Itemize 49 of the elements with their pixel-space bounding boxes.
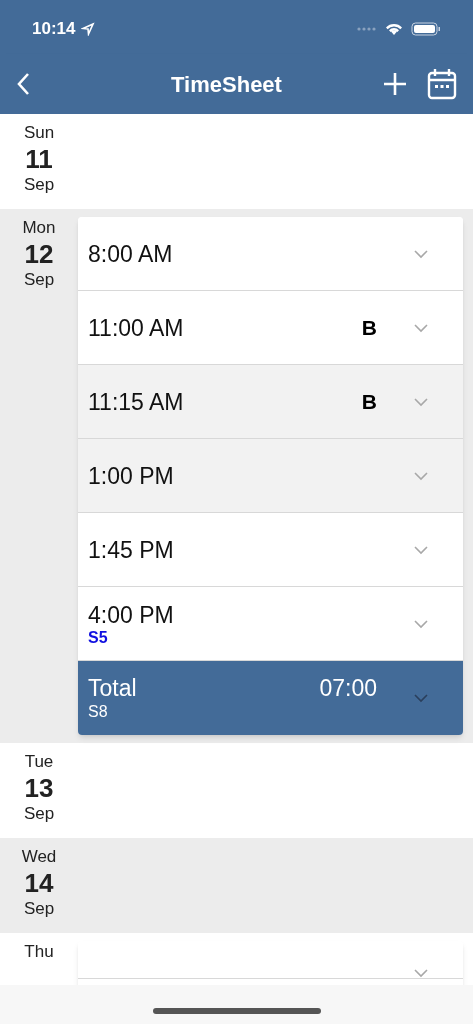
break-label: B bbox=[361, 388, 377, 415]
home-indicator[interactable] bbox=[152, 1008, 321, 1014]
month-label: Sep bbox=[23, 174, 55, 196]
break-label: B bbox=[361, 314, 377, 341]
month-label: Sep bbox=[23, 803, 55, 825]
time-entry[interactable]: 8:00 AM bbox=[78, 217, 463, 291]
day-number: 13 bbox=[24, 773, 54, 803]
entry-time: 11:15 AM bbox=[88, 387, 185, 416]
signal-icon bbox=[357, 26, 377, 32]
day-number: 14 bbox=[24, 868, 54, 898]
day-number: 12 bbox=[24, 239, 54, 269]
chevron-down-icon[interactable] bbox=[413, 322, 429, 333]
month-label: Sep bbox=[23, 898, 55, 920]
total-label: Total bbox=[88, 674, 138, 702]
entry-time: 1:00 PM bbox=[88, 461, 175, 490]
location-arrow-icon bbox=[81, 22, 96, 36]
total-note: S8 bbox=[88, 702, 109, 722]
chevron-down-icon[interactable] bbox=[413, 693, 429, 703]
nav-title: TimeSheet bbox=[170, 70, 283, 99]
weekday-label: Tue bbox=[24, 751, 54, 773]
day-number: 11 bbox=[25, 144, 53, 174]
status-time: 10:14 bbox=[32, 18, 76, 41]
time-entry[interactable]: 11:15 AM B bbox=[78, 365, 463, 439]
chevron-down-icon[interactable] bbox=[413, 248, 429, 259]
entry-time: 1:45 PM bbox=[88, 535, 175, 564]
wifi-icon bbox=[385, 22, 403, 36]
battery-icon bbox=[411, 22, 441, 36]
calendar-icon[interactable] bbox=[427, 68, 457, 100]
chevron-down-icon[interactable] bbox=[413, 396, 429, 407]
entry-note: S5 bbox=[88, 628, 109, 647]
entry-time: 4:00 PM bbox=[88, 600, 175, 629]
time-entry[interactable]: 11:00 AM B bbox=[78, 291, 463, 365]
time-entry[interactable]: 1:00 PM bbox=[78, 439, 463, 513]
weekday-label: Wed bbox=[21, 846, 57, 868]
total-row[interactable]: Total S8 07:00 bbox=[78, 661, 463, 735]
total-value: 07:00 bbox=[319, 673, 377, 703]
weekday-label: Mon bbox=[22, 217, 56, 239]
time-entry[interactable]: 4:00 PM S5 bbox=[78, 587, 463, 661]
entry-time: 11:00 AM bbox=[88, 313, 185, 342]
weekday-label: Sun bbox=[23, 122, 55, 144]
chevron-down-icon[interactable] bbox=[413, 618, 429, 629]
entry-time: 8:00 AM bbox=[88, 239, 174, 268]
chevron-down-icon[interactable] bbox=[413, 544, 429, 555]
add-icon[interactable] bbox=[383, 72, 407, 96]
month-label: Sep bbox=[23, 269, 55, 291]
weekday-label: Thu bbox=[24, 941, 54, 963]
chevron-down-icon[interactable] bbox=[413, 968, 429, 978]
time-entry[interactable]: 1:45 PM bbox=[78, 513, 463, 587]
chevron-down-icon[interactable] bbox=[413, 470, 429, 481]
